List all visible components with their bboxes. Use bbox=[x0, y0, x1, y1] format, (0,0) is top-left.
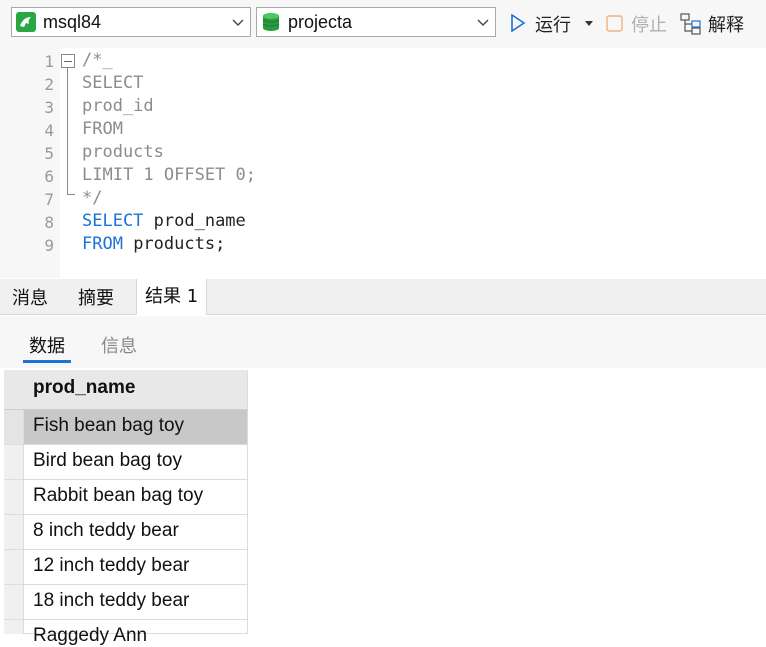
table-row[interactable]: 18 inch teddy bear bbox=[4, 585, 248, 620]
explain-button[interactable]: 解释 bbox=[680, 11, 752, 36]
code-line: /*_ bbox=[82, 50, 113, 70]
line-number: 8 bbox=[44, 213, 54, 232]
code-line: prod_id bbox=[82, 96, 154, 116]
tab-summary[interactable]: 摘要 bbox=[70, 279, 122, 315]
connection-select[interactable]: msql84 bbox=[11, 7, 251, 37]
fold-line bbox=[67, 68, 68, 195]
row-header[interactable] bbox=[4, 480, 24, 514]
line-number: 9 bbox=[44, 236, 54, 255]
tab-result-1[interactable]: 结果 1 bbox=[136, 279, 208, 315]
subtab-data[interactable]: 数据 bbox=[29, 332, 65, 358]
table-row[interactable]: Raggedy Ann bbox=[4, 620, 248, 646]
line-number: 2 bbox=[44, 75, 54, 94]
line-number: 4 bbox=[44, 121, 54, 140]
toolbar: msql84 projecta 运行 停止 解释 bbox=[0, 0, 766, 48]
explain-icon bbox=[680, 13, 701, 35]
fold-collapse-icon[interactable] bbox=[61, 54, 75, 68]
database-select[interactable]: projecta bbox=[256, 7, 496, 37]
line-number: 5 bbox=[44, 144, 54, 163]
line-number: 7 bbox=[44, 190, 54, 209]
code-line: products bbox=[82, 142, 164, 162]
database-name: projecta bbox=[288, 12, 353, 32]
stop-button[interactable]: 停止 bbox=[606, 11, 670, 36]
result-tabs: 消息 摘要 结果 1 bbox=[0, 279, 766, 315]
row-header[interactable] bbox=[4, 585, 24, 619]
run-button[interactable]: 运行 bbox=[510, 11, 582, 36]
run-label: 运行 bbox=[535, 15, 571, 36]
row-header[interactable] bbox=[4, 410, 24, 444]
connection-name: msql84 bbox=[43, 12, 102, 32]
code-line: FROM products; bbox=[82, 233, 225, 256]
subtab-info[interactable]: 信息 bbox=[101, 332, 137, 358]
code-line: */ bbox=[82, 188, 103, 208]
line-number: 6 bbox=[44, 167, 54, 186]
table-cell[interactable]: Fish bean bag toy bbox=[33, 415, 184, 437]
table-row[interactable]: 8 inch teddy bear bbox=[4, 515, 248, 550]
sql-text: products; bbox=[122, 234, 226, 254]
table-cell[interactable]: 12 inch teddy bear bbox=[33, 555, 189, 577]
code-line: FROM bbox=[82, 119, 123, 139]
table-cell[interactable]: 8 inch teddy bear bbox=[33, 520, 179, 542]
line-number: 3 bbox=[44, 98, 54, 117]
table-cell[interactable]: Raggedy Ann bbox=[33, 625, 147, 647]
code-line: SELECT prod_name bbox=[82, 210, 246, 233]
column-header-label: prod_name bbox=[33, 377, 136, 398]
sql-keyword: FROM bbox=[82, 234, 123, 254]
column-border bbox=[247, 370, 248, 634]
chevron-down-icon[interactable] bbox=[477, 16, 489, 28]
line-number-gutter: 1 2 3 4 5 6 7 8 9 bbox=[0, 48, 60, 278]
row-header[interactable] bbox=[4, 550, 24, 584]
fold-end bbox=[67, 194, 75, 195]
column-header[interactable]: prod_name bbox=[4, 370, 248, 410]
sql-text: prod_name bbox=[143, 211, 246, 231]
table-cell[interactable]: Bird bean bag toy bbox=[33, 450, 182, 472]
sql-keyword: SELECT bbox=[82, 211, 144, 231]
play-icon bbox=[511, 14, 526, 32]
line-number: 1 bbox=[44, 52, 54, 71]
row-header[interactable] bbox=[4, 620, 24, 634]
row-header[interactable] bbox=[4, 445, 24, 479]
table-row[interactable]: Fish bean bag toy bbox=[4, 410, 248, 445]
dolphin-connection-icon bbox=[16, 12, 36, 32]
table-row[interactable]: Rabbit bean bag toy bbox=[4, 480, 248, 515]
stop-icon bbox=[606, 15, 623, 32]
explain-label: 解释 bbox=[708, 15, 744, 36]
code-line: SELECT bbox=[82, 73, 144, 93]
code-line: LIMIT 1 OFFSET 0; bbox=[82, 165, 256, 185]
table-cell[interactable]: Rabbit bean bag toy bbox=[33, 485, 203, 507]
chevron-down-icon[interactable] bbox=[232, 16, 244, 28]
database-icon bbox=[262, 13, 280, 31]
active-subtab-underline bbox=[23, 360, 71, 363]
table-row[interactable]: Bird bean bag toy bbox=[4, 445, 248, 480]
result-subtabs: 数据 信息 bbox=[0, 316, 766, 368]
tab-messages[interactable]: 消息 bbox=[4, 279, 56, 315]
row-header[interactable] bbox=[4, 515, 24, 549]
sql-editor[interactable]: 1 2 3 4 5 6 7 8 9 /*_ SELECT prod_id FRO… bbox=[0, 48, 766, 278]
stop-label: 停止 bbox=[631, 15, 667, 36]
table-row[interactable]: 12 inch teddy bear bbox=[4, 550, 248, 585]
run-dropdown-icon[interactable] bbox=[584, 20, 594, 28]
table-cell[interactable]: 18 inch teddy bear bbox=[33, 590, 189, 612]
